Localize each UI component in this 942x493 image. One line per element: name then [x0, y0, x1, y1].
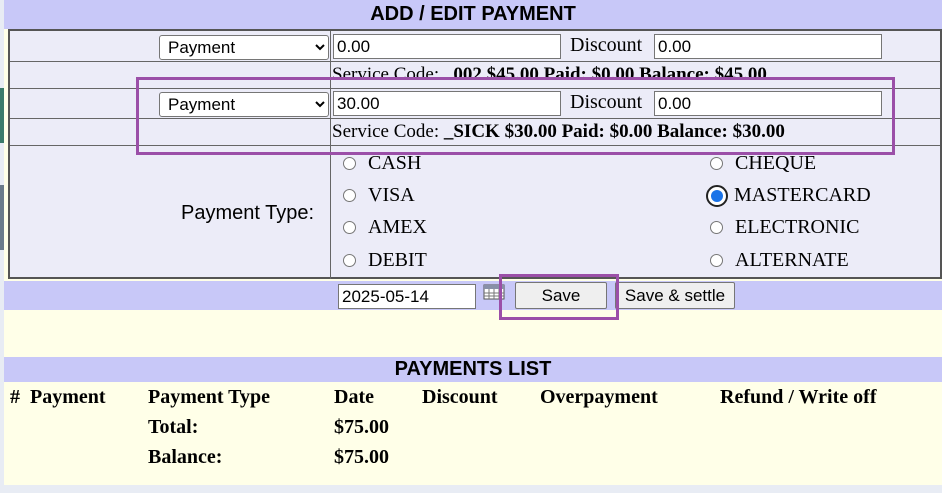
- radio-debit[interactable]: DEBIT: [343, 249, 427, 272]
- radio-electronic-circle[interactable]: [710, 221, 723, 234]
- radio-cheque[interactable]: CHEQUE: [710, 152, 816, 175]
- radio-amex-circle[interactable]: [343, 221, 356, 234]
- radio-alternate-circle[interactable]: [710, 254, 723, 267]
- balance-value: $75.00: [334, 446, 389, 468]
- radio-alternate[interactable]: ALTERNATE: [710, 249, 849, 272]
- col-payment: Payment: [30, 386, 106, 408]
- radio-mastercard[interactable]: MASTERCARD: [706, 184, 871, 207]
- radio-mastercard-circle[interactable]: [706, 184, 728, 207]
- payments-list-header: PAYMENTS LIST: [4, 357, 942, 382]
- col-payment-type: Payment Type: [148, 386, 271, 408]
- highlight-box-save: [499, 274, 619, 320]
- discount-label-1: Discount: [570, 34, 643, 56]
- section-title: ADD / EDIT PAYMENT: [370, 3, 576, 25]
- payment-type-label: Payment Type:: [181, 202, 315, 224]
- col-overpayment: Overpayment: [540, 386, 658, 408]
- radio-visa[interactable]: VISA: [343, 184, 415, 207]
- col-date: Date: [334, 386, 374, 408]
- radio-cheque-circle[interactable]: [710, 157, 723, 170]
- col-discount: Discount: [422, 386, 498, 408]
- amount-input-1[interactable]: [333, 34, 561, 59]
- radio-debit-circle[interactable]: [343, 254, 356, 267]
- col-number: #: [10, 386, 20, 408]
- section-header: ADD / EDIT PAYMENT: [4, 0, 942, 29]
- highlight-box-row-2: [136, 77, 895, 155]
- save-settle-button[interactable]: Save & settle: [615, 282, 735, 309]
- row-divider: [10, 61, 940, 62]
- payment-type-select-1[interactable]: Payment: [159, 35, 329, 60]
- payment-page: ADD / EDIT PAYMENT Payment Discount Serv…: [4, 0, 942, 485]
- col-refund-write-off: Refund / Write off: [720, 386, 877, 408]
- radio-cash-circle[interactable]: [343, 157, 356, 170]
- payments-list-title: PAYMENTS LIST: [394, 358, 552, 380]
- total-value: $75.00: [334, 416, 389, 438]
- radio-electronic[interactable]: ELECTRONIC: [710, 216, 859, 239]
- total-label: Total:: [148, 416, 199, 438]
- date-input[interactable]: [338, 284, 476, 309]
- discount-input-1[interactable]: [654, 34, 882, 59]
- col-divider: [330, 31, 331, 279]
- radio-cash[interactable]: CASH: [343, 152, 421, 175]
- action-bar: Save Save & settle: [4, 281, 942, 310]
- radio-amex[interactable]: AMEX: [343, 216, 427, 239]
- radio-visa-circle[interactable]: [343, 189, 356, 202]
- balance-label: Balance:: [148, 446, 223, 468]
